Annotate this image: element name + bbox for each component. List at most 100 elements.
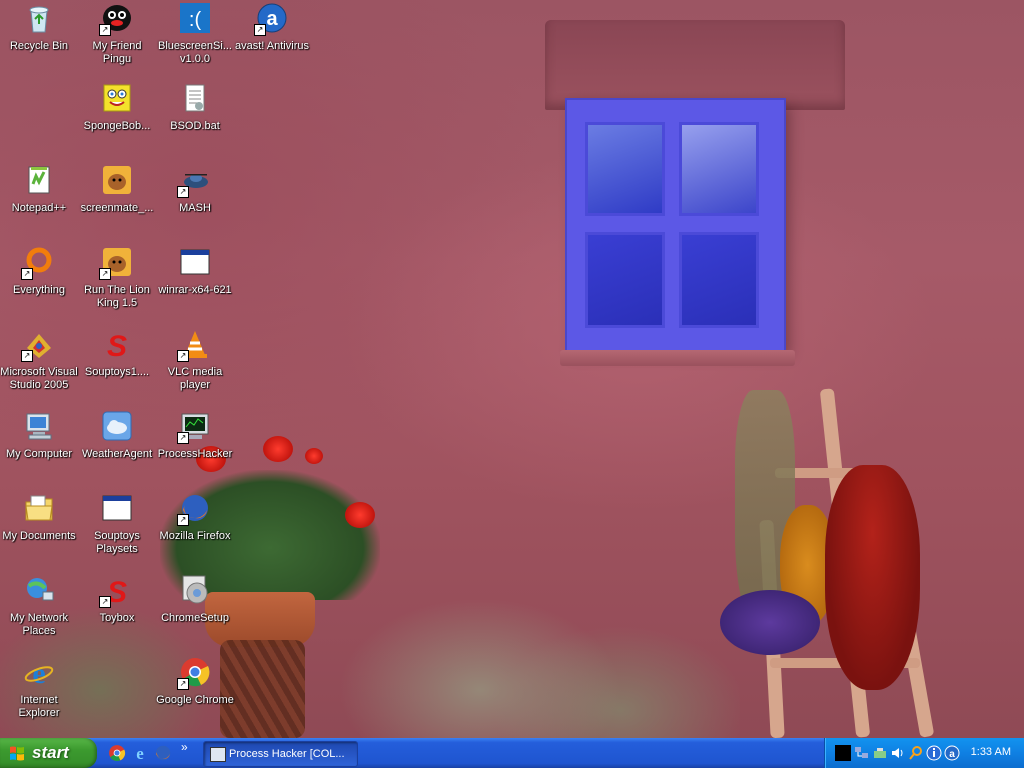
vlc-icon: ↗ xyxy=(177,328,211,362)
window-pane xyxy=(585,232,665,328)
windows-flag-icon xyxy=(9,745,25,761)
desktop-icon-chrome-setup[interactable]: ChromeSetup xyxy=(156,574,234,625)
network-icon[interactable] xyxy=(854,745,870,761)
desktop-icon-avast[interactable]: a ↗ avast! Antivirus xyxy=(233,2,311,53)
system-tray: a 1:33 AM xyxy=(824,738,1024,768)
svg-text:e: e xyxy=(136,744,144,762)
desktop-icon-network-places[interactable]: My Network Places xyxy=(0,574,78,638)
recycle-bin-icon xyxy=(23,2,55,34)
souptoys-icon: S xyxy=(101,328,133,363)
safely-remove-hardware-icon[interactable] xyxy=(872,745,888,761)
svg-text:S: S xyxy=(107,330,127,360)
start-button[interactable]: start xyxy=(0,738,97,768)
everything-icon: ↗ xyxy=(21,246,55,280)
geranium-flower xyxy=(305,448,323,464)
shortcut-arrow-icon: ↗ xyxy=(177,432,189,444)
geranium-flower xyxy=(263,436,293,462)
desktop-icon-my-documents[interactable]: My Documents xyxy=(0,492,78,543)
shortcut-arrow-icon: ↗ xyxy=(254,24,266,36)
desktop-icon-screenmate[interactable]: screenmate_... xyxy=(78,164,156,215)
taskbar: start e » Process Hacker [COL... a 1:33 … xyxy=(0,738,1024,768)
desktop-icon-bluescreen[interactable]: :( BluescreenSi... v1.0.0 xyxy=(156,2,234,66)
desktop-icon-everything[interactable]: ↗ Everything xyxy=(0,246,78,297)
desktop-icon-recycle-bin[interactable]: Recycle Bin xyxy=(0,2,78,53)
blue-window-frame xyxy=(567,100,784,350)
taskbar-item-label: Process Hacker [COL... xyxy=(229,748,345,760)
desktop-icon-spongebob[interactable]: SpongeBob... xyxy=(78,82,156,133)
desktop-icon-pingu[interactable]: ↗ My Friend Pingu xyxy=(78,2,156,66)
bluescreen-icon: :( xyxy=(179,2,211,34)
desktop-icon-souptoys-playsets[interactable]: Souptoys Playsets xyxy=(78,492,156,556)
search-icon[interactable] xyxy=(908,745,924,761)
geranium-flower xyxy=(345,502,375,528)
quick-launch-internet-explorer-icon[interactable]: e xyxy=(131,744,149,763)
quick-launch-overflow-chevron[interactable]: » xyxy=(181,740,188,754)
wall-recess xyxy=(545,20,845,110)
window-app-icon xyxy=(101,492,133,524)
desktop-icon-chrome[interactable]: ↗ Google Chrome xyxy=(156,656,234,707)
desktop-icon-mash[interactable]: ↗ MASH xyxy=(156,164,234,215)
pingu-icon: ↗ xyxy=(99,2,133,36)
my-documents-icon xyxy=(23,492,55,524)
desktop-icon-weather-agent[interactable]: WeatherAgent xyxy=(78,410,156,461)
quick-launch-chrome-icon[interactable] xyxy=(108,744,126,762)
shortcut-arrow-icon: ↗ xyxy=(177,350,189,362)
desktop-icon-process-hacker[interactable]: ↗ ProcessHacker xyxy=(156,410,234,461)
mash-icon: ↗ xyxy=(177,164,211,198)
taskbar-item-process-hacker[interactable]: Process Hacker [COL... xyxy=(203,741,358,767)
info-icon[interactable] xyxy=(926,745,942,761)
shortcut-arrow-icon: ↗ xyxy=(21,268,33,280)
svg-text::(: :( xyxy=(189,9,202,31)
quick-launch-firefox-icon[interactable] xyxy=(154,744,172,762)
screenmate-icon xyxy=(101,164,133,196)
my-computer-icon xyxy=(23,410,55,442)
desktop-icon-lion-king[interactable]: ↗ Run The Lion King 1.5 xyxy=(78,246,156,310)
firefox-icon: ↗ xyxy=(177,492,211,526)
desktop-icon-my-computer[interactable]: My Computer xyxy=(0,410,78,461)
svg-text:e: e xyxy=(32,657,45,688)
shortcut-arrow-icon: ↗ xyxy=(99,268,111,280)
shortcut-arrow-icon: ↗ xyxy=(99,24,111,36)
clock[interactable]: 1:33 AM xyxy=(971,746,1011,758)
shortcut-arrow-icon: ↗ xyxy=(177,186,189,198)
desktop-icon-bsod-bat[interactable]: BSOD.bat xyxy=(156,82,234,133)
avast-icon: a ↗ xyxy=(254,2,288,36)
shortcut-arrow-icon: ↗ xyxy=(21,350,33,362)
network-places-icon xyxy=(23,574,55,606)
weather-agent-icon xyxy=(101,410,133,442)
window-pane xyxy=(679,232,759,328)
start-label: start xyxy=(32,743,69,762)
svg-text:a: a xyxy=(266,8,278,30)
desktop-icon-winrar[interactable]: winrar-x64-621 xyxy=(156,246,234,297)
chrome-icon: ↗ xyxy=(177,656,211,690)
window-sill xyxy=(560,350,795,366)
notepadpp-icon xyxy=(23,164,55,196)
black-square-icon[interactable] xyxy=(835,745,851,761)
spongebob-icon xyxy=(101,82,133,114)
svg-text:a: a xyxy=(949,749,955,760)
batch-file-icon xyxy=(179,82,211,114)
window-pane xyxy=(585,122,665,216)
desktop-icon-internet-explorer[interactable]: e Internet Explorer xyxy=(0,656,78,720)
desktop-icon-vlc[interactable]: ↗ VLC media player xyxy=(156,328,234,392)
toybox-icon: S ↗ xyxy=(99,574,133,609)
desktop-icon-notepadpp[interactable]: Notepad++ xyxy=(0,164,78,215)
desktop-icon-souptoys[interactable]: S Souptoys1.... xyxy=(78,328,156,379)
dried-lavender xyxy=(720,590,820,655)
process-hacker-icon: ↗ xyxy=(177,410,211,444)
desktop-icon-firefox[interactable]: ↗ Mozilla Firefox xyxy=(156,492,234,543)
shortcut-arrow-icon: ↗ xyxy=(177,678,189,690)
chrome-setup-icon xyxy=(179,574,211,606)
process-hacker-icon xyxy=(210,747,226,762)
desktop-icon-visual-studio[interactable]: ↗ Microsoft Visual Studio 2005 xyxy=(0,328,78,392)
shortcut-arrow-icon: ↗ xyxy=(99,596,111,608)
window-pane xyxy=(679,122,759,216)
avast-icon[interactable]: a xyxy=(944,745,960,761)
chili-ristra xyxy=(825,465,920,690)
visual-studio-icon: ↗ xyxy=(21,328,55,362)
desktop[interactable]: Recycle Bin Notepad++ ↗ Everything ↗ Mic… xyxy=(0,0,1024,738)
desktop-icon-toybox[interactable]: S ↗ Toybox xyxy=(78,574,156,625)
shortcut-arrow-icon: ↗ xyxy=(177,514,189,526)
lion-king-icon: ↗ xyxy=(99,246,133,280)
volume-icon[interactable] xyxy=(890,745,906,761)
